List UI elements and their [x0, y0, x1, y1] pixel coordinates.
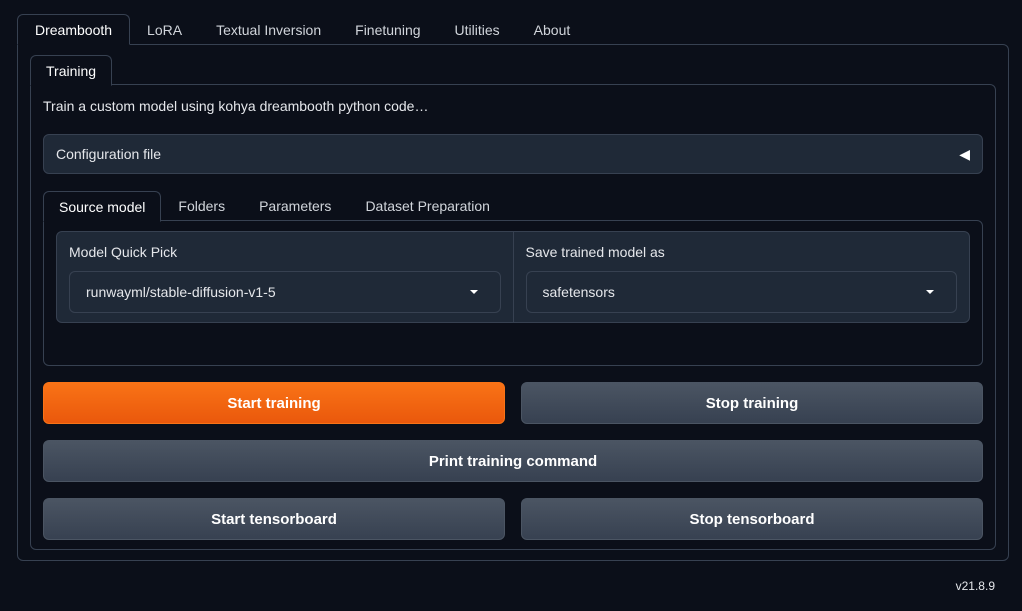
collapse-arrow-icon: ◀ [959, 145, 970, 162]
source-tabs: Source model Folders Parameters Dataset … [43, 191, 507, 222]
save-as-field: Save trained model as safetensors [512, 232, 970, 322]
start-tensorboard-button[interactable]: Start tensorboard [43, 498, 505, 540]
tab-utilities[interactable]: Utilities [438, 15, 517, 45]
tab-training[interactable]: Training [30, 55, 113, 86]
print-training-command-button[interactable]: Print training command [43, 440, 983, 482]
stop-tensorboard-button[interactable]: Stop tensorboard [521, 498, 983, 540]
model-quick-pick-select[interactable]: runwayml/stable-diffusion-v1-5 [69, 271, 501, 313]
tab-dataset-preparation[interactable]: Dataset Preparation [348, 191, 507, 221]
tab-dreambooth[interactable]: Dreambooth [17, 14, 131, 45]
model-quick-pick-value: runwayml/stable-diffusion-v1-5 [86, 284, 276, 300]
panel-description: Train a custom model using kohya dreambo… [43, 98, 429, 114]
tab-parameters[interactable]: Parameters [242, 191, 348, 221]
tab-lora[interactable]: LoRA [130, 15, 199, 45]
stop-training-button[interactable]: Stop training [521, 382, 983, 424]
accordion-label: Configuration file [56, 146, 162, 162]
version-label: v21.8.9 [955, 579, 995, 593]
configuration-file-accordion[interactable]: Configuration file ◀ [43, 134, 983, 174]
tab-textual-inversion[interactable]: Textual Inversion [199, 15, 338, 45]
dropdown-caret-icon [926, 290, 934, 294]
model-quick-pick-field: Model Quick Pick runwayml/stable-diffusi… [57, 232, 513, 322]
model-quick-pick-label: Model Quick Pick [69, 244, 178, 260]
tab-folders[interactable]: Folders [161, 191, 242, 221]
tab-about[interactable]: About [517, 15, 588, 45]
save-as-select[interactable]: safetensors [525, 271, 957, 313]
tab-source-model[interactable]: Source model [43, 191, 162, 222]
training-tabs: Training [30, 55, 113, 86]
start-training-button[interactable]: Start training [43, 382, 505, 424]
save-as-value: safetensors [542, 284, 615, 300]
source-model-fields: Model Quick Pick runwayml/stable-diffusi… [56, 231, 970, 323]
tab-finetuning[interactable]: Finetuning [338, 15, 437, 45]
dropdown-caret-icon [469, 290, 478, 294]
main-tabs: Dreambooth LoRA Textual Inversion Finetu… [17, 14, 588, 45]
save-as-label: Save trained model as [525, 244, 665, 260]
